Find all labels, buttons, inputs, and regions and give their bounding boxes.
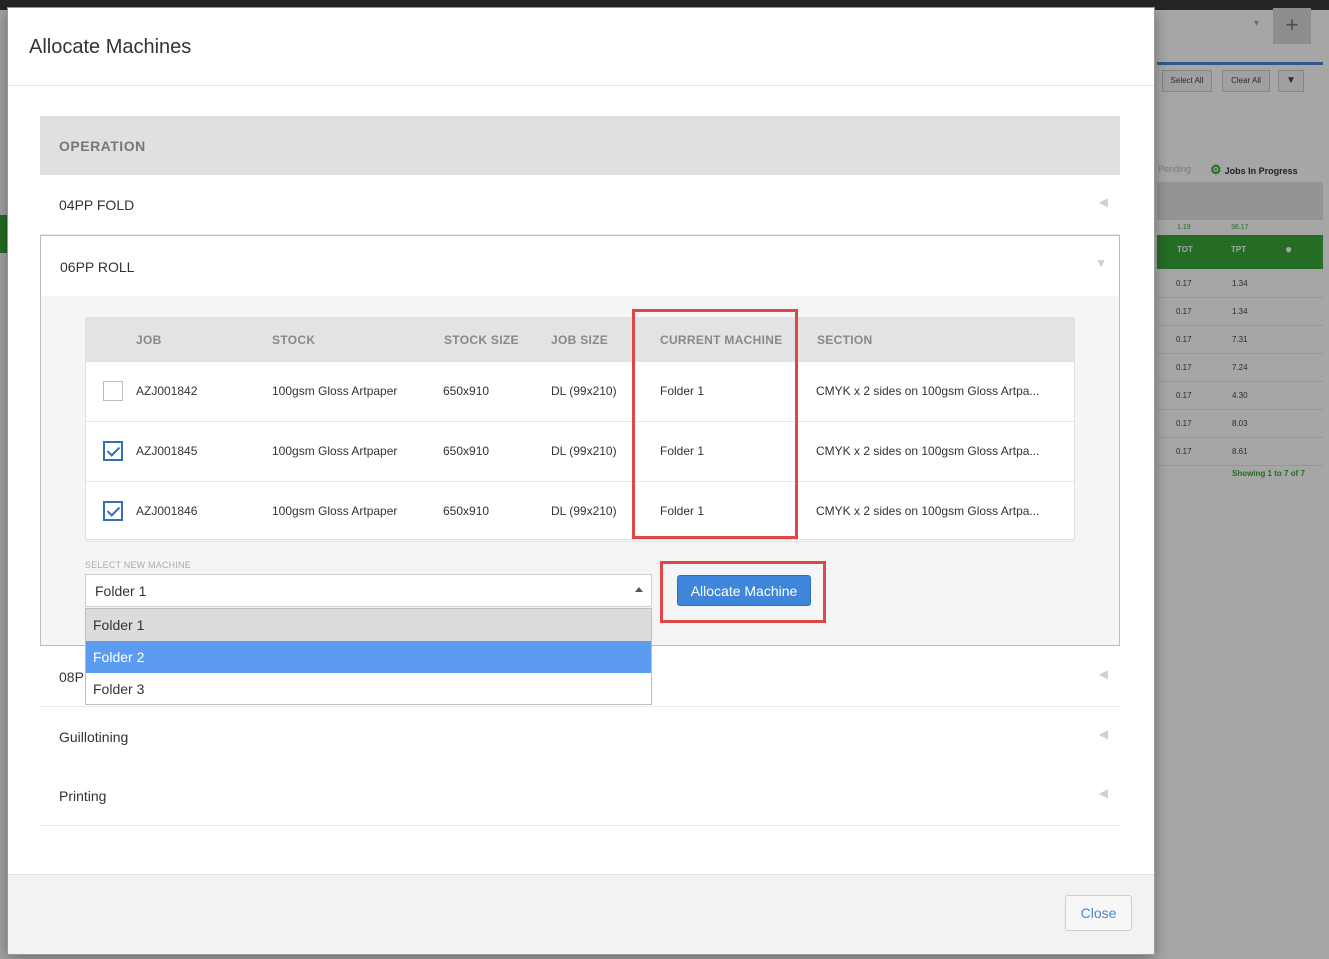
- cell-job: AZJ001845: [136, 444, 198, 458]
- operation-label: Printing: [59, 788, 107, 804]
- dropdown-option[interactable]: Folder 3: [86, 673, 651, 705]
- highlight-current-machine: [632, 309, 798, 539]
- modal-footer: [8, 874, 1154, 954]
- dropdown-option[interactable]: Folder 1: [86, 609, 651, 641]
- modal-title: Allocate Machines: [29, 36, 192, 58]
- column-header-job: JOB: [136, 333, 162, 347]
- column-header-job-size: JOB SIZE: [551, 333, 609, 347]
- column-header-stock: STOCK: [272, 333, 316, 347]
- row-checkbox[interactable]: [103, 501, 123, 521]
- machine-dropdown-list: Folder 1 Folder 2 Folder 3: [85, 608, 652, 705]
- highlight-allocate-button: [660, 561, 826, 623]
- cell-job-size: DL (99x210): [551, 444, 617, 458]
- chevron-left-icon: ◀: [1098, 786, 1108, 800]
- operation-label: Guillotining: [59, 729, 129, 745]
- cell-section: CMYK x 2 sides on 100gsm Gloss Artpa...: [816, 384, 1040, 398]
- chevron-left-icon: ◀: [1098, 195, 1108, 209]
- table-row: AZJ001842 100gsm Gloss Artpaper 650x910 DL …: [86, 362, 1074, 422]
- cell-job: AZJ001842: [136, 384, 198, 398]
- chevron-down-icon: ▼: [1095, 256, 1107, 270]
- operation-row-guillotining[interactable]: Guillotining ◀: [40, 707, 1120, 767]
- row-checkbox[interactable]: [103, 381, 123, 401]
- machine-select[interactable]: Folder 1: [85, 574, 652, 607]
- chevron-left-icon: ◀: [1098, 727, 1108, 741]
- chevron-left-icon: ◀: [1098, 667, 1108, 681]
- operation-header: OPERATION: [40, 116, 1120, 175]
- operation-row-06pp-roll: 06PP ROLL ▼ JOB STOCK STOCK SIZE JOB SIZ…: [40, 235, 1120, 646]
- cell-job-size: DL (99x210): [551, 384, 617, 398]
- operation-row-header[interactable]: 06PP ROLL ▼: [41, 236, 1119, 296]
- cell-stock-size: 650x910: [443, 504, 490, 518]
- jobs-table: JOB STOCK STOCK SIZE JOB SIZE CURRENT MA…: [85, 317, 1075, 542]
- cell-stock: 100gsm Gloss Artpaper: [272, 504, 398, 518]
- row-checkbox[interactable]: [103, 441, 123, 461]
- operation-label: 08P: [59, 669, 84, 685]
- caret-up-icon: [635, 587, 643, 592]
- cell-stock-size: 650x910: [443, 444, 490, 458]
- machine-select-value: Folder 1: [95, 583, 147, 599]
- operation-row-printing[interactable]: Printing ◀: [40, 766, 1120, 826]
- operation-header-label: OPERATION: [59, 138, 146, 154]
- cell-job: AZJ001846: [136, 504, 198, 518]
- table-row: AZJ001846 100gsm Gloss Artpaper 650x910 DL …: [86, 482, 1074, 542]
- dropdown-option[interactable]: Folder 2: [86, 641, 651, 673]
- cell-stock: 100gsm Gloss Artpaper: [272, 444, 398, 458]
- close-button[interactable]: Close: [1065, 895, 1132, 931]
- modal-header: Allocate Machines: [8, 8, 1154, 86]
- column-header-stock-size: STOCK SIZE: [444, 333, 519, 347]
- operation-label: 06PP ROLL: [60, 259, 135, 275]
- table-header: JOB STOCK STOCK SIZE JOB SIZE CURRENT MA…: [86, 318, 1074, 362]
- cell-section: CMYK x 2 sides on 100gsm Gloss Artpa...: [816, 444, 1040, 458]
- cell-stock: 100gsm Gloss Artpaper: [272, 384, 398, 398]
- table-row: AZJ001845 100gsm Gloss Artpaper 650x910 DL …: [86, 422, 1074, 482]
- allocate-machines-modal: Allocate Machines OPERATION 04PP FOLD ◀ …: [8, 8, 1154, 954]
- cell-section: CMYK x 2 sides on 100gsm Gloss Artpa...: [816, 504, 1040, 518]
- column-header-section: SECTION: [817, 333, 873, 347]
- select-new-machine-label: SELECT NEW MACHINE: [85, 560, 191, 570]
- cell-stock-size: 650x910: [443, 384, 490, 398]
- operation-label: 04PP FOLD: [59, 197, 135, 213]
- cell-job-size: DL (99x210): [551, 504, 617, 518]
- operation-row-04pp-fold[interactable]: 04PP FOLD ◀: [40, 175, 1120, 235]
